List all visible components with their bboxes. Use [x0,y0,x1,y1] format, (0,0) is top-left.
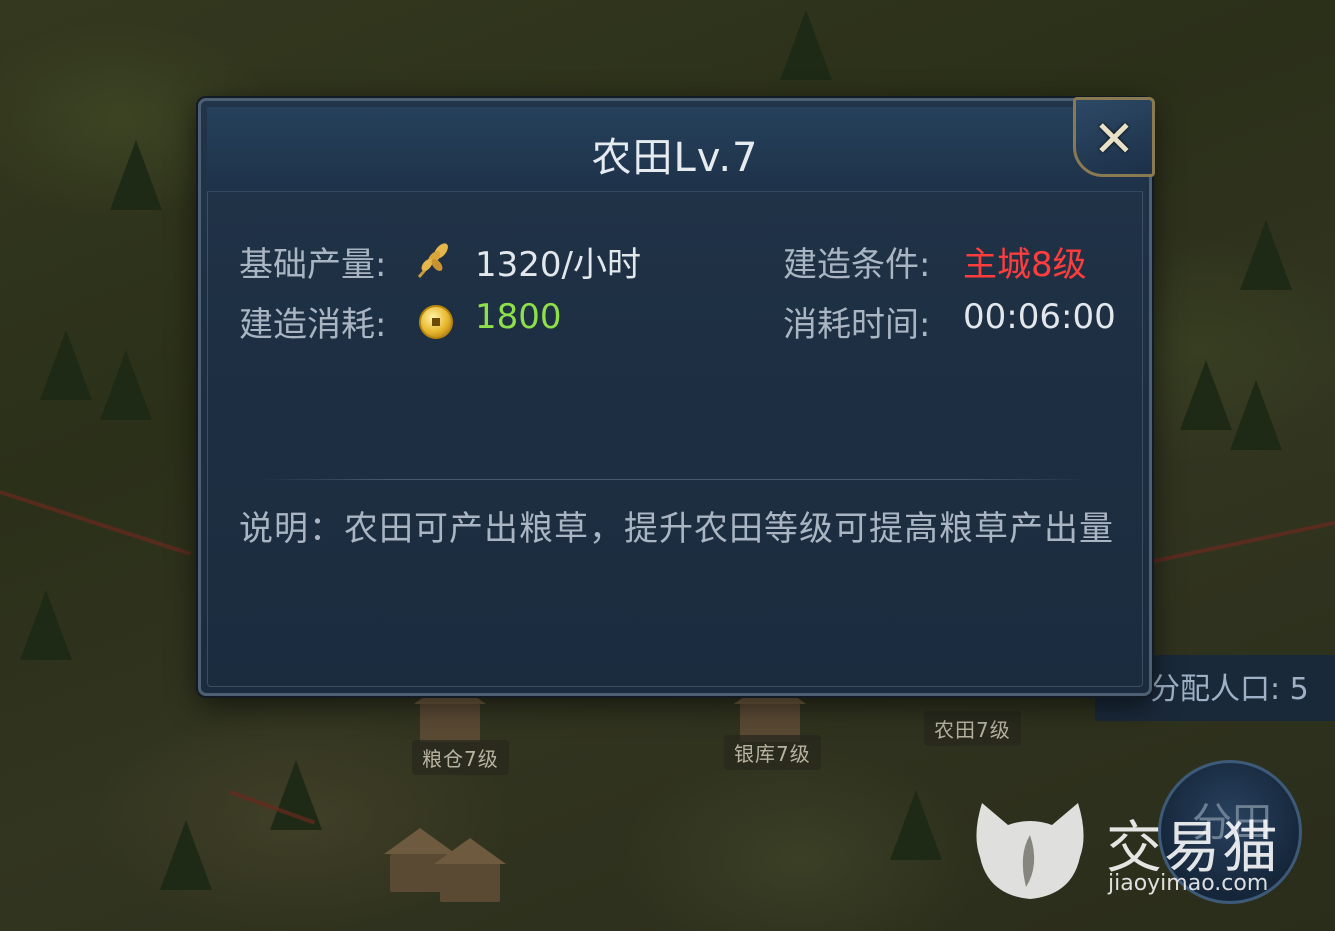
building-info-dialog: 农田Lv.7 ✕ 基础产量: 1320/小时 建造条件: 主城8级 建造消耗: … [198,97,1155,696]
tree [110,140,162,210]
road [1149,520,1335,564]
coin-icon [419,305,453,339]
tree [270,760,322,830]
building [414,678,486,742]
road [0,490,191,556]
tree [160,820,212,890]
watermark: 交易猫 jiaoyimao.com [968,795,1288,905]
time-cost-value: 00:06:00 [963,297,1116,337]
build-cost-value: 1800 [475,297,562,337]
description-text: 说明：农田可产出粮草，提升农田等级可提高粮草产出量 [239,509,1114,549]
building [434,838,506,902]
tree [1240,220,1292,290]
tree [890,790,942,860]
build-cost-label: 建造消耗: [239,305,387,345]
map-label-granary[interactable]: 粮仓7级 [412,740,509,775]
build-condition-label: 建造条件: [783,245,931,285]
tree [40,330,92,400]
tree [1180,360,1232,430]
dialog-header: 农田Lv.7 [207,107,1143,192]
population-text: 分配人口: 5 [1150,672,1309,707]
tree [780,10,832,80]
close-button[interactable]: ✕ [1073,97,1155,177]
dialog-title: 农田Lv.7 [591,135,759,181]
tree [100,350,152,420]
tree [1230,380,1282,450]
build-condition-value: 主城8级 [963,245,1087,285]
cat-logo-icon [976,803,1084,899]
watermark-url: jiaoyimao.com [1108,871,1269,896]
base-output-value: 1320/小时 [475,245,641,285]
base-output-label: 基础产量: [239,245,387,285]
divider [261,479,1089,480]
close-icon: ✕ [1093,110,1135,168]
tree [20,590,72,660]
time-cost-label: 消耗时间: [783,305,931,345]
wheat-icon [417,243,448,278]
map-label-farmland[interactable]: 农田7级 [924,711,1021,746]
map-label-silver-vault[interactable]: 银库7级 [724,735,821,770]
